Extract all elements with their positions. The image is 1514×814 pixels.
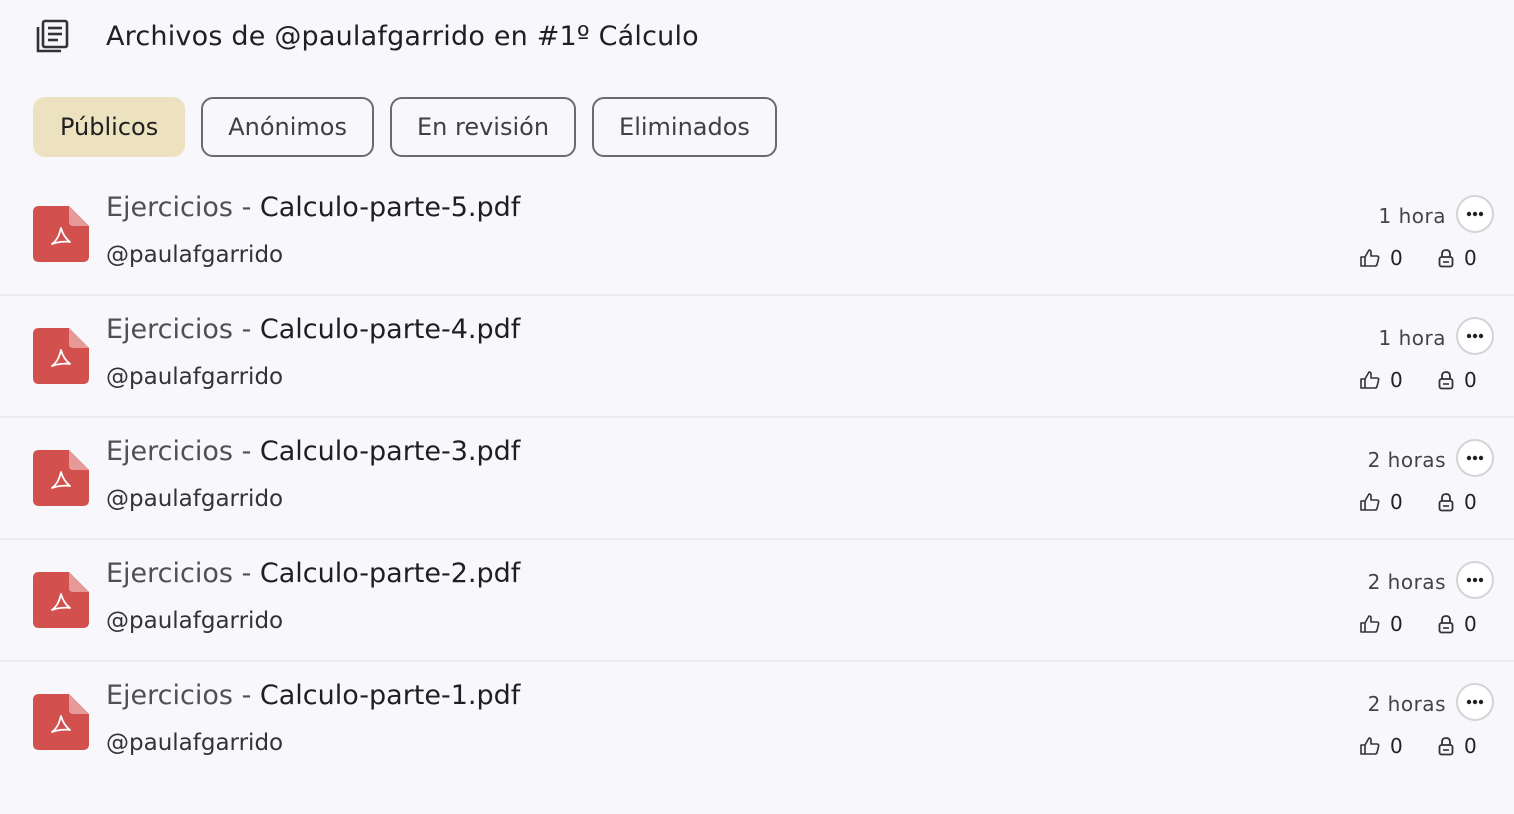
file-category: Ejercicios bbox=[106, 192, 233, 223]
title-separator: - bbox=[241, 314, 260, 345]
likes-stat[interactable]: 0 bbox=[1360, 490, 1403, 514]
title-separator: - bbox=[241, 558, 260, 589]
tab-eliminados[interactable]: Eliminados bbox=[592, 97, 777, 157]
more-options-button[interactable] bbox=[1456, 317, 1494, 355]
likes-count: 0 bbox=[1390, 246, 1403, 270]
pdf-file-icon bbox=[33, 572, 89, 628]
filter-tabs: Públicos Anónimos En revisión Eliminados bbox=[33, 97, 777, 157]
lock-icon bbox=[1438, 249, 1454, 268]
file-author[interactable]: @paulafgarrido bbox=[106, 730, 283, 756]
tab-anonimos[interactable]: Anónimos bbox=[201, 97, 374, 157]
more-options-button[interactable] bbox=[1456, 439, 1494, 477]
likes-count: 0 bbox=[1390, 734, 1403, 758]
file-row[interactable]: Ejercicios - Calculo-parte-3.pdf @paulaf… bbox=[0, 418, 1514, 540]
more-icon bbox=[1466, 577, 1484, 583]
title-separator: - bbox=[241, 436, 260, 467]
locks-count: 0 bbox=[1464, 246, 1477, 270]
file-author[interactable]: @paulafgarrido bbox=[106, 608, 283, 634]
file-title[interactable]: Ejercicios - Calculo-parte-4.pdf bbox=[106, 314, 520, 345]
pdf-file-icon bbox=[33, 206, 89, 262]
file-title[interactable]: Ejercicios - Calculo-parte-2.pdf bbox=[106, 558, 520, 589]
likes-stat[interactable]: 0 bbox=[1360, 368, 1403, 392]
pdf-file-icon bbox=[33, 450, 89, 506]
file-name: Calculo-parte-1.pdf bbox=[259, 680, 521, 711]
thumbs-up-icon bbox=[1360, 371, 1380, 389]
lock-icon bbox=[1438, 737, 1454, 756]
more-options-button[interactable] bbox=[1456, 683, 1494, 721]
file-author[interactable]: @paulafgarrido bbox=[106, 486, 283, 512]
likes-count: 0 bbox=[1390, 368, 1403, 392]
page-title: Archivos de @paulafgarrido en #1º Cálcul… bbox=[106, 20, 699, 52]
file-row[interactable]: Ejercicios - Calculo-parte-4.pdf @paulaf… bbox=[0, 296, 1514, 418]
file-name: Calculo-parte-5.pdf bbox=[259, 192, 521, 223]
more-icon bbox=[1466, 211, 1484, 217]
file-time: 1 hora bbox=[1378, 204, 1446, 228]
file-author[interactable]: @paulafgarrido bbox=[106, 364, 283, 390]
file-category: Ejercicios bbox=[106, 314, 233, 345]
title-separator: - bbox=[241, 192, 260, 223]
thumbs-up-icon bbox=[1360, 615, 1380, 633]
thumbs-up-icon bbox=[1360, 249, 1380, 267]
lock-icon bbox=[1438, 615, 1454, 634]
file-title[interactable]: Ejercicios - Calculo-parte-5.pdf bbox=[106, 192, 520, 223]
file-author[interactable]: @paulafgarrido bbox=[106, 242, 283, 268]
locks-stat[interactable]: 0 bbox=[1438, 246, 1477, 270]
file-name: Calculo-parte-2.pdf bbox=[259, 558, 521, 589]
pdf-file-icon bbox=[33, 694, 89, 750]
likes-stat[interactable]: 0 bbox=[1360, 612, 1403, 636]
tab-en-revision[interactable]: En revisión bbox=[389, 97, 577, 157]
locks-count: 0 bbox=[1464, 368, 1477, 392]
more-options-button[interactable] bbox=[1456, 195, 1494, 233]
likes-stat[interactable]: 0 bbox=[1360, 734, 1403, 758]
lock-icon bbox=[1438, 493, 1454, 512]
locks-stat[interactable]: 0 bbox=[1438, 612, 1477, 636]
more-icon bbox=[1466, 455, 1484, 461]
document-list-icon bbox=[36, 19, 69, 53]
thumbs-up-icon bbox=[1360, 493, 1380, 511]
file-time: 1 hora bbox=[1378, 326, 1446, 350]
file-time: 2 horas bbox=[1367, 692, 1446, 716]
locks-count: 0 bbox=[1464, 612, 1477, 636]
file-row[interactable]: Ejercicios - Calculo-parte-5.pdf @paulaf… bbox=[0, 174, 1514, 296]
locks-stat[interactable]: 0 bbox=[1438, 490, 1477, 514]
file-time: 2 horas bbox=[1367, 448, 1446, 472]
file-row[interactable]: Ejercicios - Calculo-parte-2.pdf @paulaf… bbox=[0, 540, 1514, 662]
file-row[interactable]: Ejercicios - Calculo-parte-1.pdf @paulaf… bbox=[0, 662, 1514, 784]
pdf-file-icon bbox=[33, 328, 89, 384]
page-header: Archivos de @paulafgarrido en #1º Cálcul… bbox=[34, 14, 699, 58]
file-title[interactable]: Ejercicios - Calculo-parte-3.pdf bbox=[106, 436, 520, 467]
more-options-button[interactable] bbox=[1456, 561, 1494, 599]
locks-stat[interactable]: 0 bbox=[1438, 734, 1477, 758]
file-category: Ejercicios bbox=[106, 436, 233, 467]
file-category: Ejercicios bbox=[106, 558, 233, 589]
locks-count: 0 bbox=[1464, 490, 1477, 514]
more-icon bbox=[1466, 333, 1484, 339]
title-separator: - bbox=[241, 680, 260, 711]
locks-count: 0 bbox=[1464, 734, 1477, 758]
file-category: Ejercicios bbox=[106, 680, 233, 711]
locks-stat[interactable]: 0 bbox=[1438, 368, 1477, 392]
more-icon bbox=[1466, 699, 1484, 705]
file-name: Calculo-parte-4.pdf bbox=[259, 314, 521, 345]
likes-stat[interactable]: 0 bbox=[1360, 246, 1403, 270]
likes-count: 0 bbox=[1390, 490, 1403, 514]
thumbs-up-icon bbox=[1360, 737, 1380, 755]
file-list: Ejercicios - Calculo-parte-5.pdf @paulaf… bbox=[0, 174, 1514, 784]
likes-count: 0 bbox=[1390, 612, 1403, 636]
tab-publicos[interactable]: Públicos bbox=[33, 97, 186, 157]
file-time: 2 horas bbox=[1367, 570, 1446, 594]
file-title[interactable]: Ejercicios - Calculo-parte-1.pdf bbox=[106, 680, 520, 711]
file-name: Calculo-parte-3.pdf bbox=[259, 436, 521, 467]
lock-icon bbox=[1438, 371, 1454, 390]
